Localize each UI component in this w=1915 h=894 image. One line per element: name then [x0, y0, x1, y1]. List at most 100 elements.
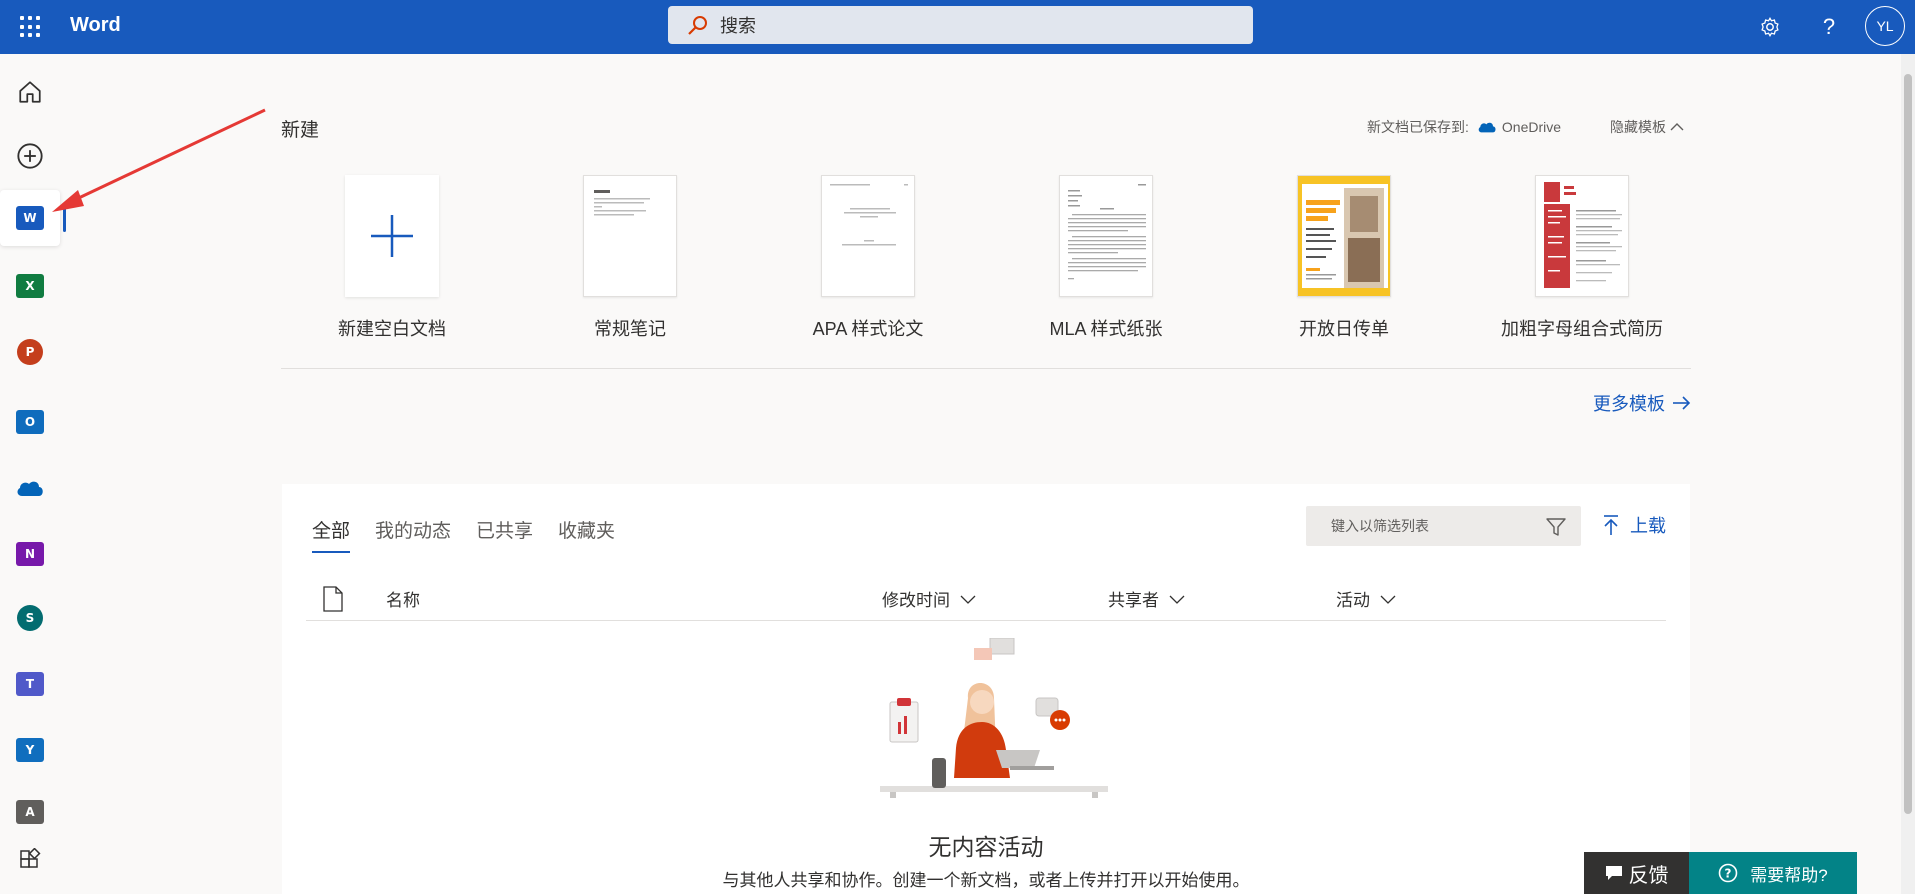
document-icon: [323, 586, 343, 612]
template-label: 开放日传单: [1299, 319, 1389, 339]
rail-excel[interactable]: X: [0, 258, 60, 314]
excel-icon: X: [16, 274, 44, 298]
template-label: APA 样式论文: [812, 319, 924, 339]
help-label: 需要帮助?: [1750, 865, 1828, 885]
chevron-down-icon: [960, 595, 976, 604]
new-section-title: 新建: [281, 120, 320, 141]
template-thumbnail: [583, 175, 677, 297]
hide-templates-button[interactable]: 隐藏模板: [1610, 117, 1684, 137]
tab-all[interactable]: 全部: [312, 516, 351, 553]
empty-state-subtitle: 与其他人共享和协作。创建一个新文档，或者上传并打开以开始使用。: [722, 871, 1250, 890]
vertical-scrollbar[interactable]: [1901, 54, 1915, 894]
files-panel: 全部 我的动态 已共享 收藏夹 键入以筛选列表 上载 名称 修改时间 共享者 活…: [282, 484, 1690, 894]
all-apps-icon: [20, 848, 41, 868]
help-icon[interactable]: ?: [1815, 13, 1843, 41]
rail-all-apps[interactable]: [0, 832, 60, 888]
upload-label: 上载: [1630, 516, 1666, 536]
rail-word[interactable]: W: [0, 190, 66, 246]
column-modified-label: 修改时间: [882, 591, 950, 610]
onenote-icon: N: [16, 542, 44, 566]
help-circle-icon: ?: [1718, 863, 1738, 883]
feedback-label: 反馈: [1628, 864, 1669, 887]
column-activity-label: 活动: [1336, 591, 1370, 610]
help-button[interactable]: ? 需要帮助?: [1689, 852, 1857, 894]
tab-my-activity[interactable]: 我的动态: [375, 516, 451, 553]
home-icon: [19, 81, 41, 103]
feedback-button[interactable]: 反馈: [1584, 852, 1689, 894]
template-thumbnail: [345, 175, 439, 297]
column-name[interactable]: 名称: [386, 586, 420, 611]
empty-state-illustration: [880, 638, 1108, 798]
rail-create[interactable]: [0, 128, 60, 184]
outlook-icon: O: [16, 410, 44, 434]
template-notes[interactable]: 常规笔记: [510, 175, 750, 341]
rail-home[interactable]: [0, 64, 60, 120]
filter-icon[interactable]: [1545, 516, 1567, 538]
app-name[interactable]: Word: [70, 14, 121, 37]
template-thumbnail: [821, 175, 915, 297]
plus-circle-icon: [17, 143, 43, 169]
arrow-right-icon: [1673, 396, 1691, 410]
search-icon: [688, 16, 707, 35]
upload-icon: [1604, 515, 1618, 535]
empty-state-title: 无内容活动: [928, 834, 1044, 860]
plus-icon: [371, 215, 413, 257]
column-activity[interactable]: 活动: [1336, 586, 1396, 611]
chat-icon: [1605, 866, 1622, 880]
file-tabs: 全部 我的动态 已共享 收藏夹: [312, 516, 640, 553]
rail-onenote[interactable]: N: [0, 526, 60, 582]
more-templates-link[interactable]: 更多模板: [1593, 390, 1691, 416]
tab-favorites[interactable]: 收藏夹: [558, 516, 615, 553]
settings-icon[interactable]: [1756, 13, 1784, 41]
rail-yammer[interactable]: Y: [0, 722, 60, 778]
filter-placeholder: 键入以筛选列表: [1331, 518, 1429, 534]
onedrive-link[interactable]: OneDrive: [1477, 119, 1561, 135]
save-location: 新文档已保存到: OneDrive: [1367, 117, 1561, 137]
app-launcher-icon[interactable]: [20, 16, 42, 38]
rail-teams[interactable]: T: [0, 656, 60, 712]
filter-input[interactable]: 键入以筛选列表: [1306, 506, 1581, 546]
scrollbar-thumb[interactable]: [1904, 74, 1912, 814]
cloud-icon: [1478, 122, 1496, 133]
yammer-icon: Y: [16, 738, 44, 762]
template-flyer[interactable]: 开放日传单: [1224, 175, 1464, 341]
chevron-up-icon: [1670, 123, 1684, 131]
template-apa[interactable]: APA 样式论文: [748, 175, 988, 341]
column-modified[interactable]: 修改时间: [882, 586, 976, 611]
onedrive-label: OneDrive: [1501, 119, 1562, 135]
teams-icon: T: [16, 672, 44, 696]
tab-shared[interactable]: 已共享: [476, 516, 533, 553]
rail-sharepoint[interactable]: S: [0, 590, 60, 646]
template-thumbnail: [1059, 175, 1153, 297]
template-mla[interactable]: MLA 样式纸张: [986, 175, 1226, 341]
sharepoint-icon: S: [17, 605, 43, 631]
template-label: MLA 样式纸张: [1049, 319, 1163, 339]
template-resume[interactable]: 加粗字母组合式简历: [1462, 175, 1702, 341]
template-label: 新建空白文档: [338, 319, 446, 339]
powerpoint-icon: P: [17, 339, 43, 365]
template-blank[interactable]: 新建空白文档: [272, 175, 512, 341]
template-thumbnail: [1297, 175, 1391, 297]
svg-text:?: ?: [1725, 867, 1732, 881]
rail-powerpoint[interactable]: P: [0, 324, 60, 380]
template-label: 加粗字母组合式简历: [1501, 319, 1663, 339]
avatar[interactable]: YL: [1865, 6, 1905, 46]
app-rail: W X P O N S T Y A: [0, 54, 66, 894]
word-icon: W: [16, 206, 44, 230]
admin-icon: A: [16, 800, 44, 824]
rail-outlook[interactable]: O: [0, 394, 60, 450]
header-divider: [306, 620, 1666, 621]
chevron-down-icon: [1169, 595, 1185, 604]
upload-button[interactable]: 上载: [1602, 512, 1666, 538]
save-location-prefix: 新文档已保存到:: [1367, 119, 1469, 135]
column-shared-by-label: 共享者: [1108, 591, 1159, 610]
file-type-column[interactable]: [322, 586, 344, 612]
section-divider: [281, 368, 1691, 369]
more-templates-label: 更多模板: [1593, 394, 1665, 414]
column-shared-by[interactable]: 共享者: [1108, 586, 1185, 611]
search-box[interactable]: 搜索: [668, 6, 1253, 44]
top-bar: Word 搜索 ? YL: [0, 0, 1915, 54]
search-label: 搜索: [720, 16, 756, 36]
rail-onedrive[interactable]: [0, 460, 60, 516]
chevron-down-icon: [1380, 595, 1396, 604]
